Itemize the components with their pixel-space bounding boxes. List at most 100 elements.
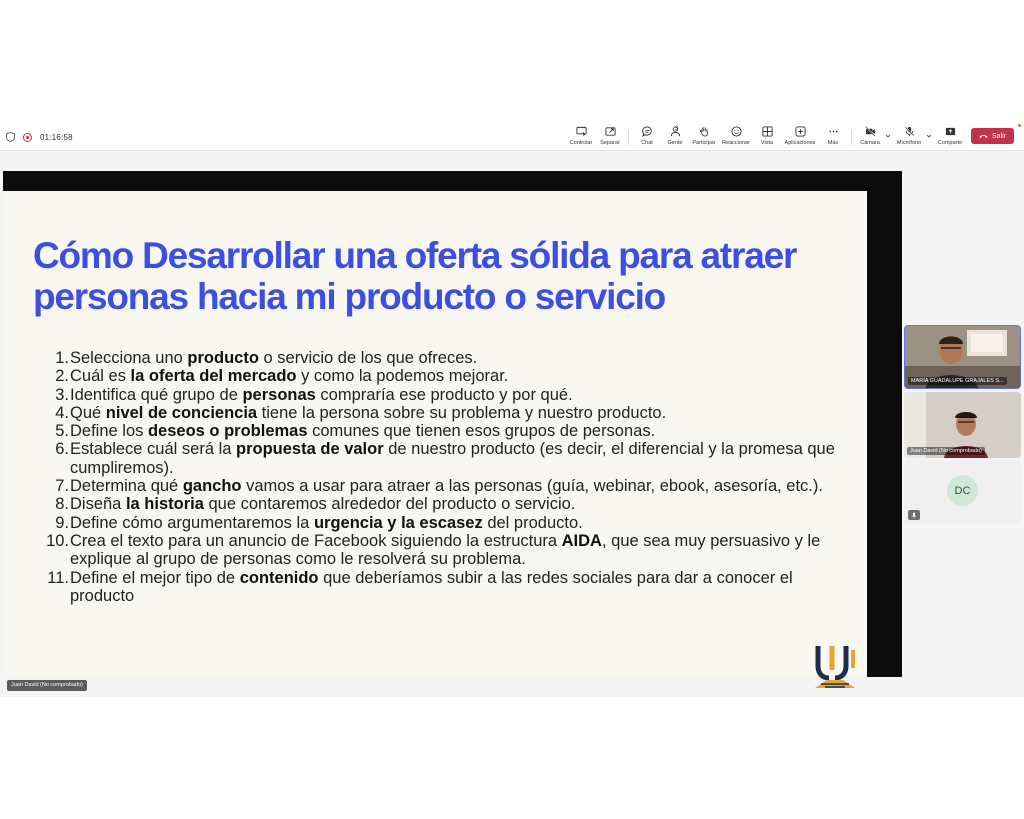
toolbar-divider	[628, 129, 629, 145]
slide-step-number: 7.	[55, 477, 69, 496]
slide-step-text-start: Establece cuál será la	[70, 440, 237, 459]
slide-step-item: 2. Cuál es la oferta del mercado y como l…	[43, 367, 843, 385]
slide-step-number: 8.	[55, 495, 69, 514]
view-button[interactable]: Vista	[756, 126, 778, 150]
slide-step-text: Selecciona uno producto o servicio de lo…	[69, 349, 477, 367]
slide-step-keyword: gancho	[182, 477, 242, 496]
chat-icon	[641, 126, 652, 137]
chevron-down-icon[interactable]	[885, 133, 891, 139]
camera-off-icon	[864, 126, 876, 137]
grid-view-icon	[761, 126, 773, 137]
slide-step-number: 5.	[55, 422, 69, 441]
meeting-status: 01:16:58	[6, 123, 73, 151]
screen-control-icon	[575, 126, 587, 137]
slide-step-text: Diseña la historia que contaremos alrede…	[69, 495, 575, 513]
slide-step-number: 6.	[55, 440, 69, 459]
notification-dot	[1018, 124, 1021, 127]
participant-tile-maria[interactable]: MARÍA GUADALUPE GRAJALES S...	[904, 325, 1021, 389]
slide-step-keyword: urgencia y la escasez	[313, 513, 483, 532]
slide-step-item: 10. Crea el texto para un anuncio de Face…	[43, 532, 843, 569]
presentation-slide: Cómo Desarrollar una oferta sólida para …	[3, 191, 867, 688]
participant-name: Juan David (No comprobado)	[907, 447, 985, 455]
slide-step-text: Define el mejor tipo de contenido que de…	[69, 569, 843, 606]
slide-step-keyword: propuesta de valor	[236, 440, 384, 459]
slide-step-number: 4.	[55, 403, 69, 422]
slide-step-text-end: y como la podemos mejorar.	[296, 367, 509, 386]
slide-step-text-end: compraría ese producto y por qué.	[315, 385, 573, 404]
slide-steps-list: 1. Selecciona uno producto o servicio de …	[43, 349, 843, 605]
slide-step-text-start: Identifica qué grupo de	[70, 385, 243, 404]
slide-step-text: Identifica qué grupo de personas comprar…	[69, 386, 573, 404]
slide-step-text: Establece cuál será la propuesta de valo…	[69, 440, 843, 477]
control-button[interactable]: Controlar	[568, 126, 594, 150]
slide-step-number: 11.	[47, 568, 69, 587]
slide-step-text: Qué nivel de conciencia tiene la persona…	[69, 404, 666, 422]
brand-logo-icon	[815, 646, 855, 688]
slide-step-keyword: deseos o problemas	[147, 422, 308, 441]
slide-step-text-end: que contaremos alrededor del producto o …	[203, 495, 576, 514]
slide-step-text-start: Crea el texto para un anuncio de Faceboo…	[70, 531, 562, 550]
slide-step-number: 1.	[55, 349, 69, 367]
more-button[interactable]: Más	[823, 126, 843, 150]
microphone-muted-badge	[908, 510, 920, 520]
slide-step-text: Crea el texto para un anuncio de Faceboo…	[69, 532, 843, 569]
slide-step-text-start: Qué	[70, 403, 106, 422]
slide-step-keyword: la historia	[125, 495, 204, 514]
participant-tile-juan-david[interactable]: Juan David (No comprobado)	[904, 392, 1021, 458]
slide-step-item: 8. Diseña la historia que contaremos alre…	[43, 495, 843, 513]
share-button[interactable]: Comparte	[936, 126, 964, 150]
slide-step-number: 3.	[55, 385, 69, 404]
slide-step-item: 9. Define cómo argumentaremos la urgencia…	[43, 514, 843, 532]
slide-step-item: 5. Define los deseos o problemas comunes …	[43, 422, 843, 440]
slide-step-text-end: vamos a usar para atraer a las personas …	[241, 477, 823, 496]
slide-step-keyword: personas	[242, 385, 316, 404]
share-screen-icon	[945, 127, 955, 136]
react-button[interactable]: Reaccionar	[721, 126, 751, 150]
slide-step-item: 4. Qué nivel de conciencia tiene la perso…	[43, 404, 843, 422]
slide-step-keyword: la oferta del mercado	[130, 367, 297, 386]
chat-button[interactable]: Chat	[636, 126, 658, 150]
hand-icon	[699, 126, 708, 137]
microphone-button[interactable]: Micrófono	[894, 126, 924, 150]
participant-tile-dc[interactable]: DC	[904, 461, 1021, 524]
slide-title: Cómo Desarrollar una oferta sólida para …	[33, 235, 797, 317]
meeting-timer: 01:16:58	[40, 132, 73, 142]
slide-step-text-start: Cuál es	[70, 367, 131, 386]
microphone-off-icon	[904, 126, 914, 137]
slide-step-text-end: tiene la persona sobre su problema y nue…	[257, 403, 667, 422]
chevron-down-icon[interactable]	[926, 133, 932, 139]
avatar: DC	[947, 475, 978, 506]
emoji-icon	[730, 126, 742, 137]
participant-name: MARÍA GUADALUPE GRAJALES S...	[908, 377, 1007, 385]
apps-button[interactable]: Aplicaciones	[782, 126, 818, 150]
slide-step-text: Cuál es la oferta del mercado y como la …	[69, 367, 508, 385]
slide-step-text-start: Define los	[70, 422, 148, 441]
leave-button[interactable]: Salir	[971, 128, 1014, 144]
slide-step-keyword: AIDA	[561, 531, 602, 550]
camera-button[interactable]: Cámara	[858, 126, 882, 150]
people-button[interactable]: 3 Gente	[664, 126, 686, 150]
slide-step-text: Define cómo argumentaremos la urgencia y…	[69, 514, 583, 532]
slide-step-text-start: Determina qué	[70, 477, 183, 496]
slide-step-item: 7. Determina qué gancho vamos a usar para…	[43, 477, 843, 495]
slide-step-text-start: Diseña	[70, 495, 126, 514]
raise-hand-button[interactable]: Participar	[690, 126, 718, 150]
more-dots-icon	[828, 130, 838, 133]
slide-step-number: 10.	[46, 531, 69, 550]
microphone-icon	[911, 512, 917, 518]
slide-step-keyword: nivel de conciencia	[105, 403, 258, 422]
slide-step-text: Determina qué gancho vamos a usar para a…	[69, 477, 823, 495]
meeting-window: 01:16:58 Controlar Separar Chat 3 Gente	[0, 123, 1024, 697]
slide-step-text-end: o servicio de los que ofreces.	[258, 349, 478, 367]
slide-step-text-start: Define cómo argumentaremos la	[70, 513, 314, 532]
pop-out-button[interactable]: Separar	[598, 126, 622, 150]
slide-step-number: 9.	[55, 513, 69, 532]
slide-step-keyword: producto	[187, 349, 259, 367]
pop-out-icon	[604, 127, 616, 136]
slide-step-text-start: Define el mejor tipo de	[70, 568, 240, 587]
recording-icon	[23, 132, 32, 142]
slide-step-text-end: comunes que tienen esos grupos de person…	[307, 422, 656, 441]
meeting-toolbar: 01:16:58 Controlar Separar Chat 3 Gente	[0, 123, 1024, 151]
slide-step-item: 1. Selecciona uno producto o servicio de …	[43, 349, 843, 367]
toolbar-divider	[851, 129, 852, 145]
